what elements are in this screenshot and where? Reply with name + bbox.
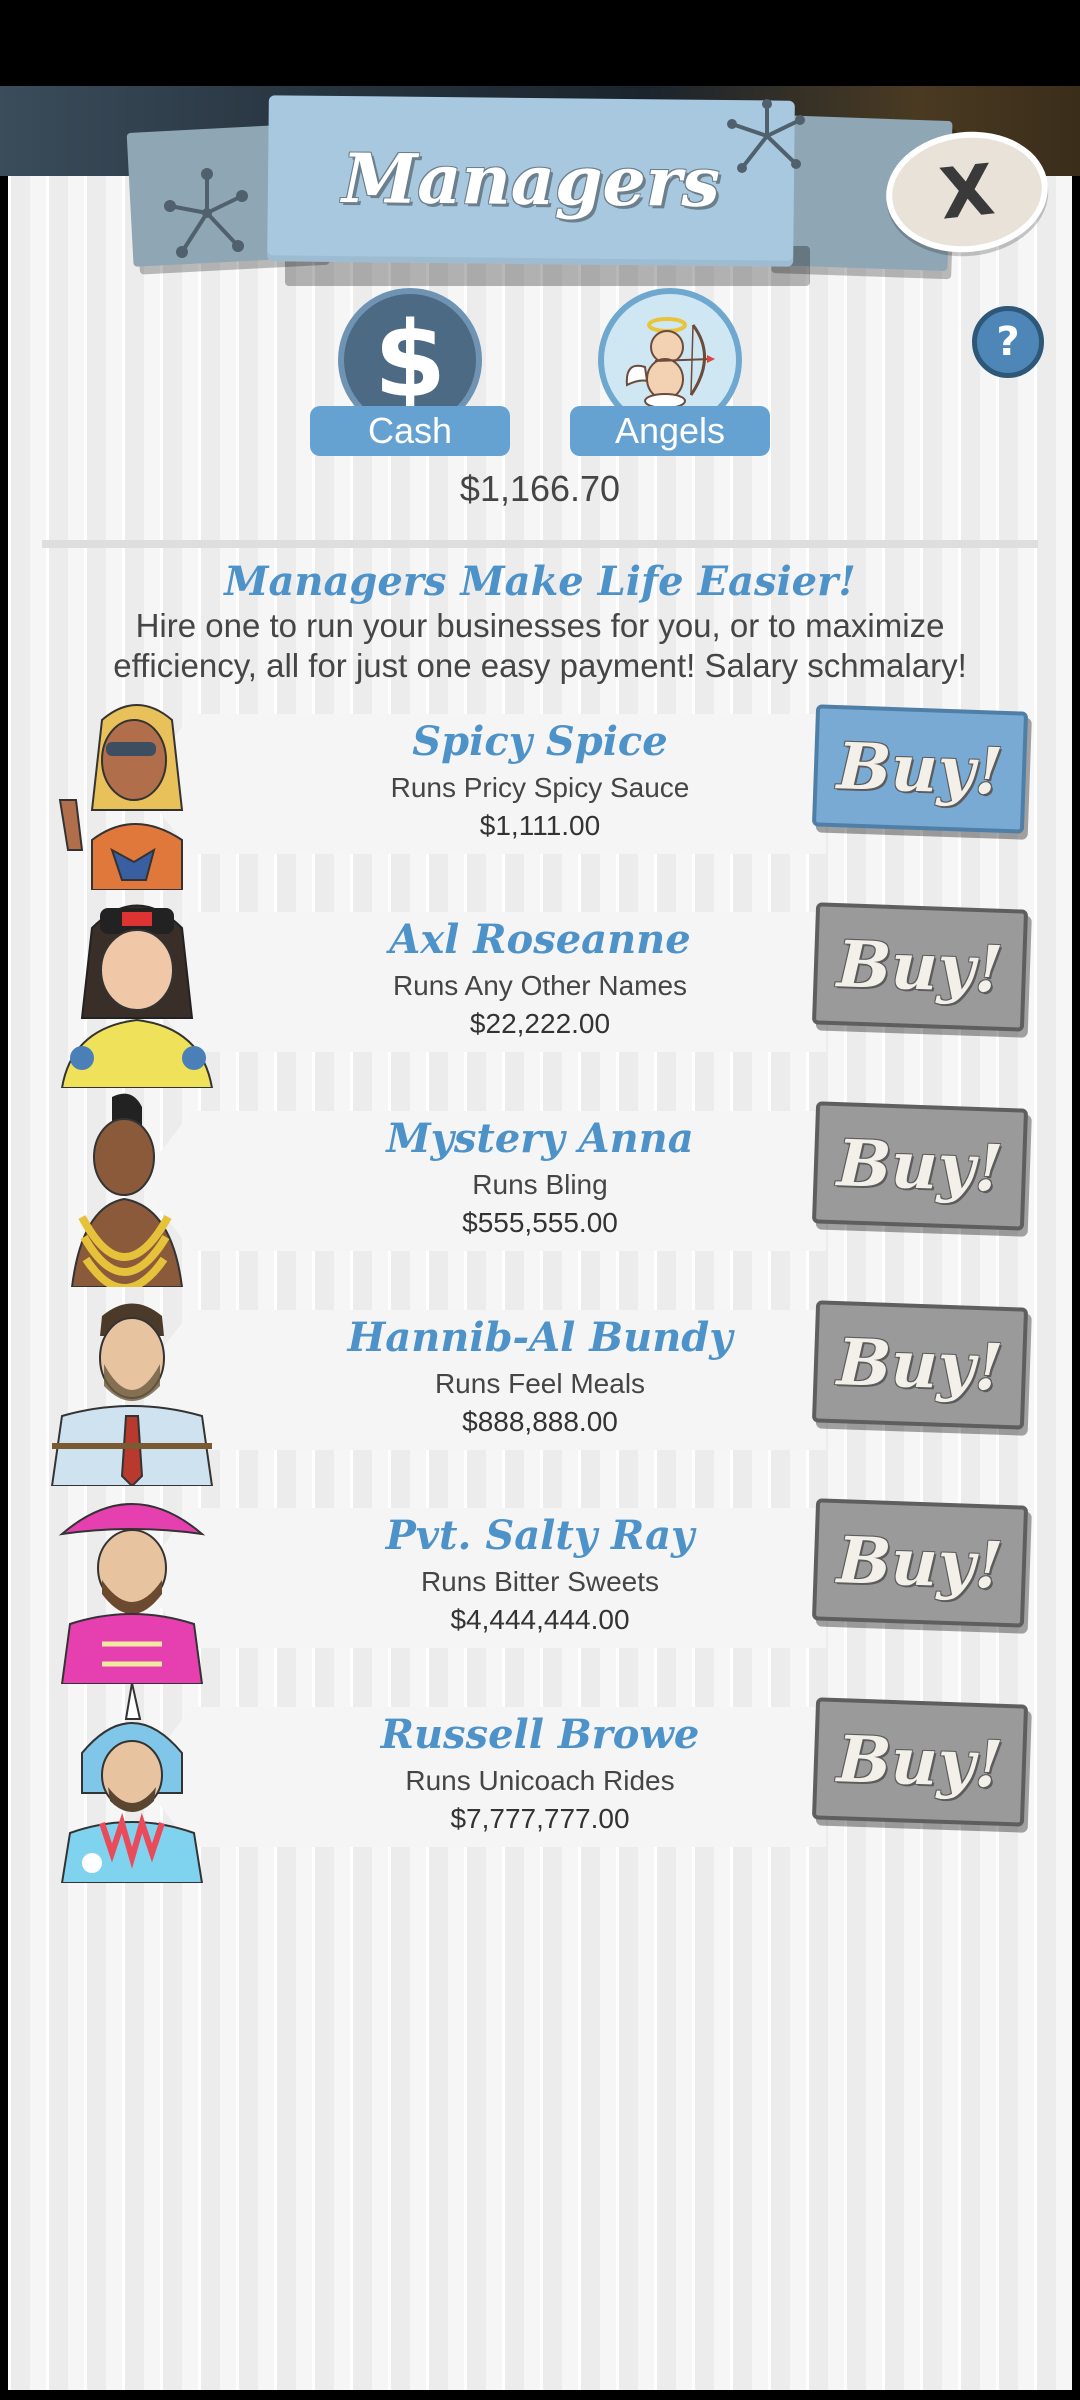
manager-business: Runs Pricy Spicy Sauce	[390, 772, 690, 803]
divider	[42, 540, 1038, 548]
manager-avatar-icon	[60, 1683, 204, 1883]
manager-avatar-icon	[50, 1303, 214, 1486]
buy-button[interactable]: Buy!	[811, 1697, 1029, 1827]
manager-business: Runs Feel Meals	[434, 1368, 646, 1399]
manager-name: Pvt. Salty Ray	[385, 1512, 695, 1559]
manager-cost: $4,444,444.00	[450, 1604, 630, 1635]
status-bar	[0, 0, 1080, 86]
close-icon: X	[935, 148, 999, 236]
list-item: Axl Roseanne Runs Any Other Names $22,22…	[0, 888, 1080, 1088]
manager-name: Axl Roseanne	[389, 916, 691, 963]
cash-amount: $1,166.70	[459, 468, 621, 509]
manager-avatar-icon	[60, 904, 214, 1088]
manager-cost: $22,222.00	[469, 1008, 611, 1039]
list-item: Hannib-Al Bundy Runs Feel Meals $888,888…	[0, 1286, 1080, 1486]
manager-name: Mystery Anna	[386, 1115, 694, 1162]
starburst-icon	[164, 168, 248, 258]
manager-cost: $888,888.00	[462, 1406, 618, 1437]
buy-button[interactable]: Buy!	[811, 1300, 1029, 1430]
list-item: Russell Browe Runs Unicoach Rides $7,777…	[0, 1683, 1080, 1883]
tab-angels-label: Angels	[570, 406, 770, 456]
tab-angels[interactable]: Angels	[570, 288, 770, 456]
manager-business: Runs Bling	[472, 1169, 608, 1200]
manager-business: Runs Any Other Names	[392, 970, 688, 1001]
manager-name: Hannib-Al Bundy	[347, 1314, 733, 1361]
manager-business: Runs Unicoach Rides	[405, 1765, 675, 1796]
tab-cash-label: Cash	[310, 406, 510, 456]
buy-button[interactable]: Buy!	[811, 1498, 1029, 1628]
promo-title: Managers Make Life Easier!	[224, 558, 856, 605]
manager-cost: $7,777,777.00	[450, 1803, 630, 1834]
promo-text: Hire one to run your businesses for you,…	[113, 607, 967, 684]
buy-button[interactable]: Buy!	[811, 704, 1029, 834]
list-item: Mystery Anna Runs Bling $555,555.00 Buy!	[0, 1087, 1080, 1287]
manager-name: Russell Browe	[380, 1711, 700, 1758]
manager-cost: $555,555.00	[462, 1207, 618, 1238]
manager-avatar-icon	[58, 704, 184, 890]
list-item: Spicy Spice Runs Pricy Spicy Sauce $1,11…	[0, 690, 1080, 890]
help-icon: ?	[996, 319, 1020, 365]
manager-name: Spicy Spice	[412, 718, 668, 765]
tab-cash[interactable]: $ Cash	[310, 288, 510, 456]
manager-cost: $1,111.00	[479, 810, 601, 841]
manager-avatar-icon	[70, 1093, 184, 1287]
header-title-box: Managers	[267, 95, 795, 267]
starburst-icon	[727, 99, 805, 173]
page-title: Managers	[341, 139, 721, 223]
manager-business: Runs Bitter Sweets	[420, 1566, 660, 1597]
manager-avatar-icon	[58, 1503, 206, 1684]
buy-button[interactable]: Buy!	[811, 1101, 1029, 1231]
help-button[interactable]: ?	[972, 306, 1044, 378]
list-item: Pvt. Salty Ray Runs Bitter Sweets $4,444…	[0, 1484, 1080, 1684]
buy-button[interactable]: Buy!	[811, 902, 1029, 1032]
